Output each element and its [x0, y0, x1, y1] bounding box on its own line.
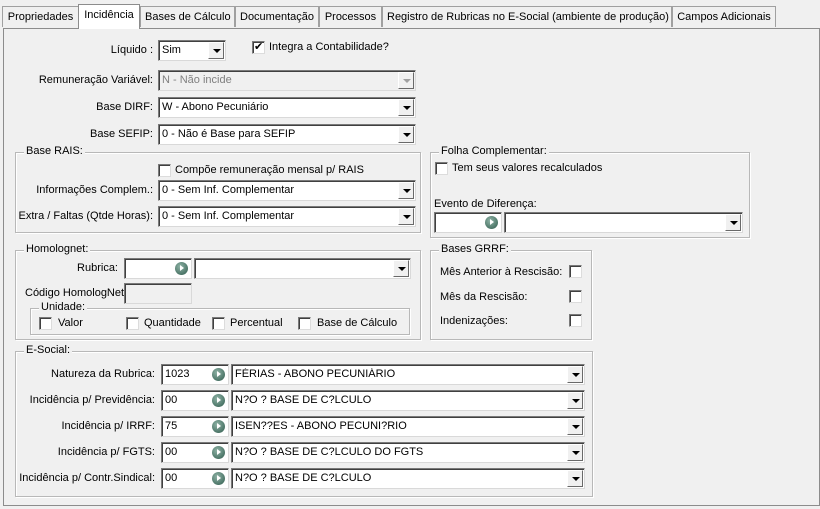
unidade-percentual-label: Percentual — [230, 317, 283, 329]
integra-contabilidade-checkbox[interactable] — [252, 40, 265, 54]
esocial-caption: E-Social: — [24, 344, 73, 356]
mes-anterior-checkbox[interactable] — [569, 265, 582, 278]
integra-contabilidade-label: Integra a Contabilidade? — [269, 41, 389, 53]
natureza-rubrica-select[interactable]: FÉRIAS - ABONO PECUNIÁRIO — [231, 364, 585, 385]
liquido-select[interactable]: Sim — [158, 40, 226, 61]
tab-propriedades[interactable]: Propriedades — [2, 6, 79, 27]
unidade-caption: Unidade: — [39, 301, 88, 313]
chevron-down-icon[interactable] — [567, 392, 583, 409]
chevron-down-icon[interactable] — [567, 418, 583, 435]
incidencia-fgts-code-input[interactable]: 00 — [161, 442, 229, 463]
evento-diferenca-code-input[interactable] — [434, 212, 502, 233]
natureza-rubrica-label: Natureza da Rubrica: — [51, 368, 155, 380]
codigo-homolognet-input[interactable] — [124, 283, 192, 304]
chevron-down-icon[interactable] — [398, 182, 414, 199]
unidade-quantidade-checkbox[interactable] — [126, 317, 139, 330]
rubrica-code-input[interactable] — [124, 258, 192, 279]
chevron-down-icon[interactable] — [567, 366, 583, 383]
incidencia-contr-sindical-label: Incidência p/ Contr.Sindical: — [19, 472, 155, 484]
info-complem-select[interactable]: 0 - Sem Inf. Complementar — [158, 180, 416, 201]
incidencia-contr-sindical-code-input[interactable]: 00 — [161, 468, 229, 489]
lookup-icon[interactable] — [212, 368, 225, 381]
lookup-icon[interactable] — [212, 446, 225, 459]
unidade-valor-checkbox[interactable] — [39, 317, 52, 330]
lookup-icon[interactable] — [212, 420, 225, 433]
chevron-down-icon[interactable] — [398, 208, 414, 225]
base-dirf-label: Base DIRF: — [96, 101, 153, 113]
incidencia-previdencia-select[interactable]: N?O ? BASE DE C?LCULO — [231, 390, 585, 411]
natureza-rubrica-code-input[interactable]: 1023 — [161, 364, 229, 385]
bases-grrf-caption: Bases GRRF: — [439, 243, 511, 255]
remuneracao-variavel-select[interactable]: N - Não incide — [158, 70, 416, 91]
tab-processos[interactable]: Processos — [319, 6, 382, 27]
chevron-down-icon[interactable] — [567, 470, 583, 487]
chevron-down-icon[interactable] — [398, 99, 414, 116]
lookup-icon[interactable] — [175, 262, 188, 275]
chevron-down-icon[interactable] — [567, 444, 583, 461]
recalculados-label: Tem seus valores recalculados — [452, 162, 603, 174]
mes-rescisao-checkbox[interactable] — [569, 290, 582, 303]
tab-bar: Propriedades Incidência Bases de Cálculo… — [0, 4, 820, 29]
chevron-down-icon[interactable] — [208, 42, 224, 59]
lookup-icon[interactable] — [212, 394, 225, 407]
liquido-label: Líquido : — [110, 44, 153, 56]
lookup-icon[interactable] — [485, 216, 498, 229]
rubrica-label: Rubrica: — [77, 262, 118, 274]
compoe-rais-checkbox[interactable] — [158, 164, 171, 177]
incidencia-previdencia-code-input[interactable]: 00 — [161, 390, 229, 411]
unidade-valor-label: Valor — [58, 317, 83, 329]
codigo-homolognet-label: Código HomologNet — [25, 287, 125, 299]
evento-diferenca-select[interactable] — [504, 212, 743, 233]
indenizacoes-label: Indenizações: — [440, 315, 508, 327]
tab-registro-esocial[interactable]: Registro de Rubricas no E-Social (ambien… — [382, 6, 672, 27]
chevron-down-icon[interactable] — [393, 260, 409, 277]
tab-bases-de-calculo[interactable]: Bases de Cálculo — [140, 6, 235, 27]
incidencia-contr-sindical-select[interactable]: N?O ? BASE DE C?LCULO — [231, 468, 585, 489]
tab-campos-adicionais[interactable]: Campos Adicionais — [672, 6, 776, 27]
evento-diferenca-label: Evento de Diferença: — [434, 198, 537, 210]
base-sefip-select[interactable]: 0 - Não é Base para SEFIP — [158, 124, 416, 145]
incidencia-fgts-select[interactable]: N?O ? BASE DE C?LCULO DO FGTS — [231, 442, 585, 463]
mes-rescisao-label: Mês da Rescisão: — [440, 291, 528, 303]
unidade-base-calculo-checkbox[interactable] — [298, 317, 311, 330]
compoe-rais-label: Compõe remuneração mensal p/ RAIS — [175, 164, 364, 176]
chevron-down-icon[interactable] — [398, 72, 414, 89]
mes-anterior-label: Mês Anterior à Rescisão: — [440, 266, 563, 278]
unidade-base-calculo-label: Base de Cálculo — [317, 317, 398, 329]
chevron-down-icon[interactable] — [398, 126, 414, 143]
info-complem-label: Informações Complem.: — [36, 184, 153, 196]
extra-faltas-label: Extra / Faltas (Qtde Horas): — [18, 210, 153, 222]
extra-faltas-select[interactable]: 0 - Sem Inf. Complementar — [158, 206, 416, 227]
indenizacoes-checkbox[interactable] — [569, 314, 582, 327]
tab-documentacao[interactable]: Documentação — [235, 6, 319, 27]
chevron-down-icon[interactable] — [725, 214, 741, 231]
recalculados-checkbox[interactable] — [435, 162, 448, 175]
incidencia-previdencia-label: Incidência p/ Previdência: — [29, 394, 155, 406]
incidencia-irrf-select[interactable]: ISEN??ES - ABONO PECUNI?RIO — [231, 416, 585, 437]
homolognet-caption: Homolognet: — [24, 243, 91, 255]
incidencia-irrf-code-input[interactable]: 75 — [161, 416, 229, 437]
unidade-quantidade-label: Quantidade — [144, 317, 201, 329]
incidencia-fgts-label: Incidência p/ FGTS: — [57, 446, 155, 458]
base-dirf-select[interactable]: W - Abono Pecuniário — [158, 97, 416, 118]
remuneracao-variavel-label: Remuneração Variável: — [38, 74, 153, 86]
lookup-icon[interactable] — [212, 472, 225, 485]
tab-incidencia[interactable]: Incidência — [78, 4, 140, 29]
folha-complementar-caption: Folha Complementar: — [439, 145, 549, 157]
base-rais-caption: Base RAIS: — [24, 145, 85, 157]
incidencia-irrf-label: Incidência p/ IRRF: — [61, 420, 155, 432]
rubrica-select[interactable] — [194, 258, 411, 279]
unidade-percentual-checkbox[interactable] — [212, 317, 225, 330]
base-sefip-label: Base SEFIP: — [90, 128, 153, 140]
